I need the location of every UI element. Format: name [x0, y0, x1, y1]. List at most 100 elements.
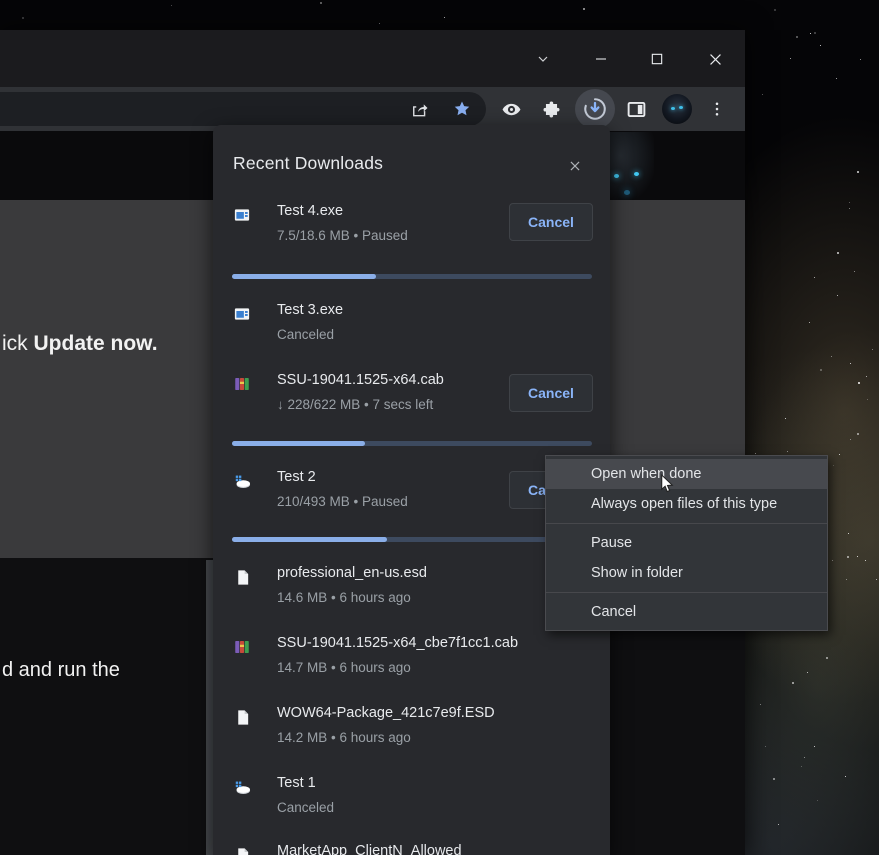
download-name: MarketApp_ClientN_Allowed: [277, 843, 462, 855]
download-progressbar: [232, 441, 592, 446]
cancel-download-button[interactable]: Cancel: [509, 374, 593, 412]
download-status: Canceled: [277, 327, 334, 342]
download-item[interactable]: MarketApp_ClientN_Allowed: [213, 843, 610, 855]
installer-disk-icon: [232, 471, 252, 491]
star-dot: [857, 433, 859, 435]
eye-extension-icon[interactable]: [491, 89, 531, 129]
star-dot: [765, 746, 766, 747]
download-item[interactable]: Test 3.exe Canceled: [213, 302, 610, 348]
download-status: ↓ 228/622 MB • 7 secs left: [277, 397, 433, 412]
winrar-archive-icon: [232, 374, 252, 394]
download-name: Test 4.exe: [277, 203, 343, 219]
cancel-download-button[interactable]: Cancel: [509, 203, 593, 241]
download-name: WOW64-Package_421c7e9f.ESD: [277, 705, 495, 721]
star-dot: [790, 58, 791, 59]
share-icon[interactable]: [400, 89, 440, 129]
star-dot: [171, 5, 172, 6]
download-name: Test 1: [277, 775, 316, 791]
kebab-menu-icon[interactable]: [697, 89, 737, 129]
star-dot: [845, 776, 846, 777]
winrar-archive-icon: [232, 637, 252, 657]
star-dot: [817, 800, 818, 801]
star-dot: [787, 451, 788, 452]
document-file-icon: [232, 567, 252, 587]
star-dot: [837, 252, 839, 254]
download-name: professional_en-us.esd: [277, 565, 427, 581]
extensions-puzzle-icon[interactable]: [531, 89, 571, 129]
download-item[interactable]: Test 4.exe 7.5/18.6 MB • Paused Cancel: [213, 203, 610, 249]
download-item[interactable]: SSU-19041.1525-x64_cbe7f1cc1.cab 14.7 MB…: [213, 635, 610, 681]
star-dot: [847, 556, 849, 558]
menu-item-show-in-folder[interactable]: Show in folder: [546, 558, 827, 588]
star-dot: [820, 45, 821, 46]
progress-fill: [232, 537, 387, 542]
star-dot: [444, 17, 445, 18]
page-scrollbar[interactable]: [206, 560, 213, 855]
star-dot: [785, 418, 786, 419]
tab-search-chevron-icon[interactable]: [526, 42, 560, 76]
minimize-button[interactable]: [584, 42, 618, 76]
menu-item-always-open[interactable]: Always open files of this type: [546, 489, 827, 519]
download-item[interactable]: Test 1 Canceled: [213, 775, 610, 821]
star-dot: [832, 560, 833, 561]
download-status: 14.2 MB • 6 hours ago: [277, 730, 411, 745]
star-dot: [379, 23, 380, 24]
menu-item-cancel[interactable]: Cancel: [546, 597, 827, 627]
panel-close-icon[interactable]: [564, 155, 586, 177]
download-status: 14.7 MB • 6 hours ago: [277, 660, 411, 675]
star-dot: [814, 277, 815, 278]
star-dot: [850, 363, 851, 364]
star-dot: [854, 271, 855, 272]
star-dot: [826, 657, 828, 659]
star-dot: [857, 171, 859, 173]
star-dot: [866, 376, 867, 377]
menu-item-open-when-done[interactable]: Open when done: [546, 459, 827, 489]
star-dot: [837, 295, 838, 296]
downloads-active-highlight: [575, 89, 615, 129]
star-dot: [320, 2, 322, 4]
star-dot: [22, 17, 24, 19]
star-dot: [860, 59, 861, 60]
star-dot: [846, 579, 847, 580]
download-name: SSU-19041.1525-x64.cab: [277, 372, 444, 388]
download-progressbar: [232, 274, 592, 279]
download-item[interactable]: SSU-19041.1525-x64.cab ↓ 228/622 MB • 7 …: [213, 372, 610, 418]
page-text-update-bold: Update now.: [34, 332, 158, 355]
star-dot: [774, 9, 776, 11]
download-item[interactable]: WOW64-Package_421c7e9f.ESD 14.2 MB • 6 h…: [213, 705, 610, 751]
star-dot: [858, 382, 860, 384]
maximize-button[interactable]: [640, 42, 674, 76]
download-status: Canceled: [277, 800, 334, 815]
progress-fill: [232, 274, 376, 279]
star-dot: [865, 560, 866, 561]
download-name: Test 2: [277, 469, 316, 485]
star-dot: [762, 94, 763, 95]
star-dot: [778, 824, 779, 825]
star-dot: [850, 439, 851, 440]
star-dot: [583, 8, 585, 10]
download-context-menu: Open when done Always open files of this…: [545, 455, 828, 631]
star-dot: [849, 208, 850, 209]
side-panel-icon[interactable]: [616, 89, 656, 129]
mouse-cursor-icon: [658, 474, 676, 499]
download-progressbar: [232, 537, 592, 542]
exe-file-icon: [232, 304, 252, 324]
avatar-image: [662, 94, 692, 124]
star-dot: [810, 33, 811, 34]
page-text-update-prefix: ick: [2, 332, 34, 355]
page-text-run: d and run the: [2, 659, 120, 682]
progress-fill: [232, 441, 365, 446]
close-button[interactable]: [698, 42, 732, 76]
star-dot: [796, 36, 798, 38]
star-dot: [848, 533, 849, 534]
bookmark-star-icon[interactable]: [442, 89, 482, 129]
star-dot: [849, 202, 850, 203]
installer-disk-icon: [232, 777, 252, 797]
menu-item-pause[interactable]: Pause: [546, 528, 827, 558]
document-file-icon: [232, 845, 252, 855]
star-dot: [857, 556, 858, 557]
downloads-icon[interactable]: [575, 89, 615, 129]
profile-avatar[interactable]: [657, 89, 697, 129]
star-dot: [814, 32, 816, 34]
star-dot: [792, 682, 794, 684]
